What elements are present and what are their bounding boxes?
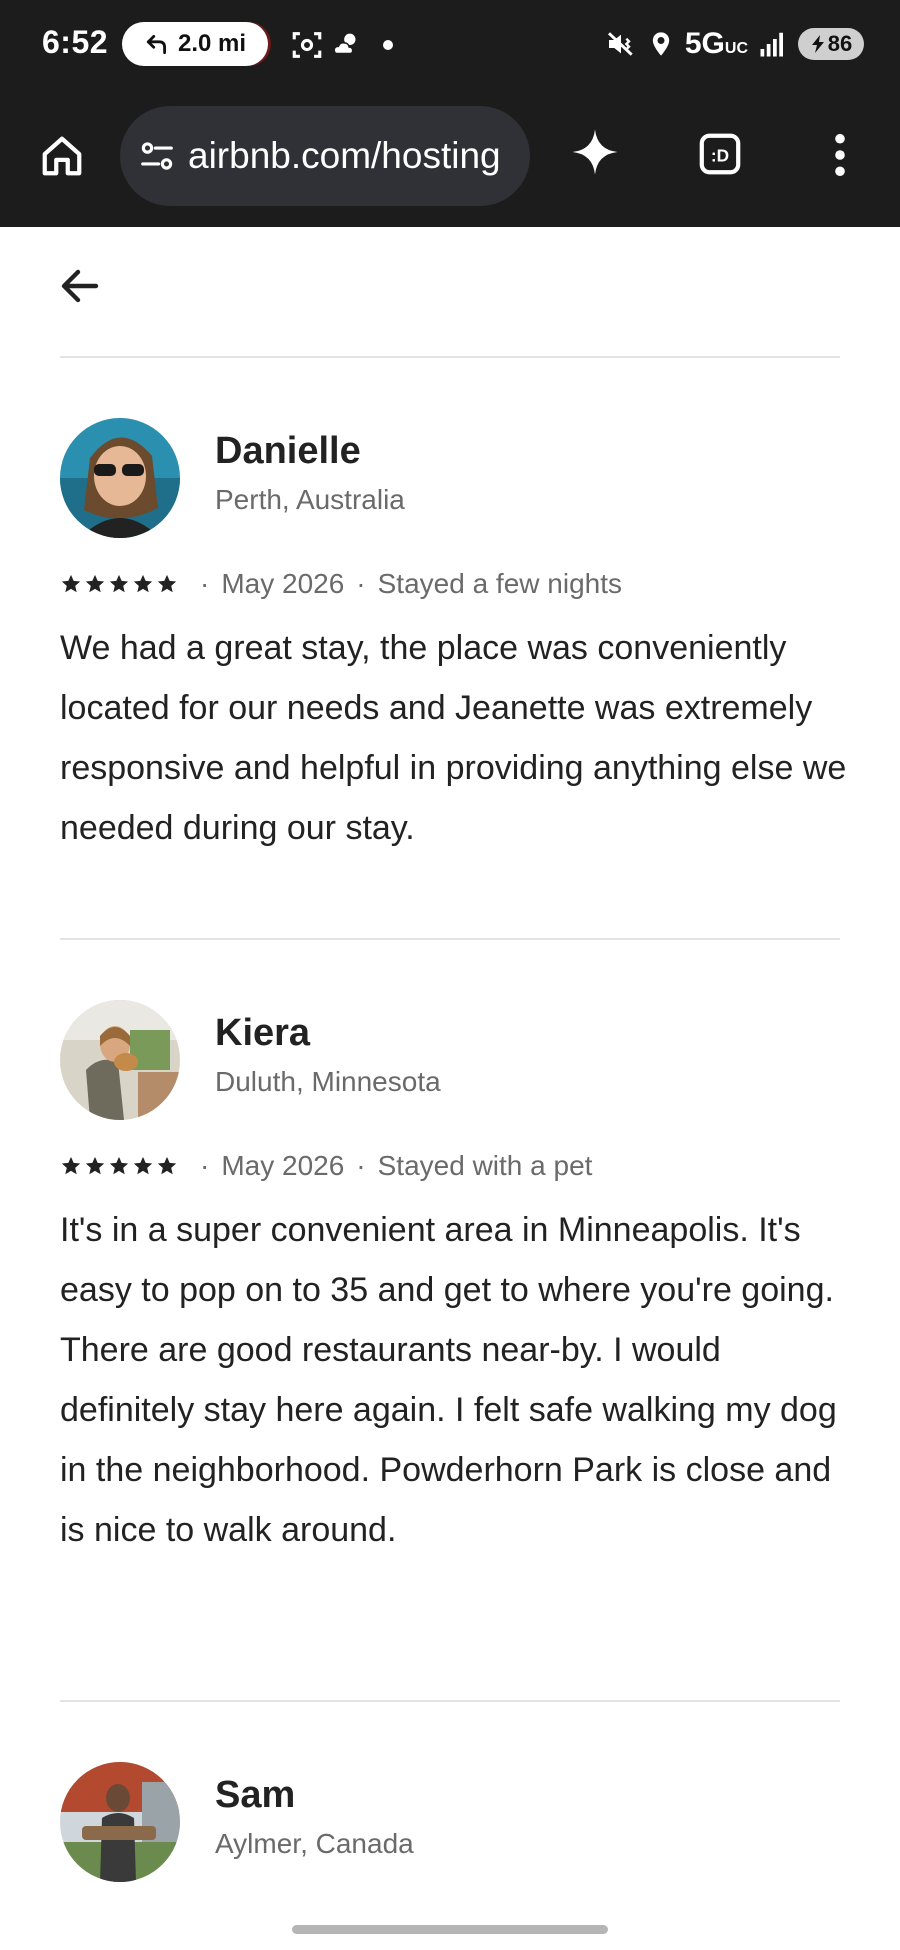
review-date: May 2026	[221, 1150, 345, 1181]
reviewer-name: Danielle	[215, 430, 361, 472]
review-meta: · May 2026 · Stayed with a pet	[60, 1150, 592, 1182]
meta-separator: ·	[356, 1150, 366, 1181]
reviewer-photo	[60, 418, 180, 538]
home-icon	[42, 136, 82, 176]
star-icon	[85, 574, 105, 593]
meta-separator: ·	[356, 568, 366, 599]
review-text: It's in a super convenient area in Minne…	[60, 1211, 837, 1549]
star-icon	[157, 574, 177, 593]
avatar[interactable]	[60, 418, 180, 538]
reviewer-name: Sam	[215, 1774, 296, 1816]
reviewer-name: Kiera	[215, 1012, 311, 1054]
reviewer-location: Duluth, Minnesota	[215, 1066, 441, 1097]
site-settings-icon[interactable]	[138, 137, 176, 175]
star-rating	[60, 573, 178, 595]
divider	[60, 356, 840, 358]
divider	[60, 938, 840, 940]
screenshot-icon	[292, 32, 322, 58]
stay-type: Stayed with a pet	[377, 1150, 593, 1181]
battery-indicator: 86	[798, 28, 864, 60]
mute-vibrate-icon	[607, 32, 633, 56]
star-icon	[109, 1156, 129, 1175]
divider	[60, 1700, 840, 1702]
location-icon	[652, 32, 670, 56]
review-meta: · May 2026 · Stayed a few nights	[60, 568, 622, 600]
sparkle-icon	[572, 129, 618, 175]
home-button[interactable]	[32, 126, 92, 186]
ai-assistant-button[interactable]	[565, 122, 625, 182]
reviewer-photo	[60, 1000, 180, 1120]
overflow-menu-button[interactable]	[820, 130, 860, 180]
charging-bolt-icon	[811, 35, 824, 53]
back-button[interactable]	[56, 262, 104, 310]
status-time: 6:52	[42, 24, 109, 60]
weather-icon	[333, 33, 356, 55]
notification-dot	[383, 40, 393, 50]
back-arrow-icon	[61, 269, 99, 303]
navigation-pill[interactable]: 2.0 mi	[122, 22, 268, 66]
browser-chrome: 6:52 2.0 mi 5GUC 86 airbnb.com/hosting:…	[0, 0, 900, 227]
system-indicators: 5GUC 86	[605, 22, 864, 66]
tab-switcher-button[interactable]: :D	[696, 130, 744, 178]
signal-icon	[760, 32, 783, 57]
meta-separator: ·	[200, 1150, 210, 1181]
star-icon	[133, 1156, 153, 1175]
tab-switcher-icon: :D	[699, 133, 741, 175]
review-date: May 2026	[221, 568, 345, 599]
turn-left-arrow-icon	[146, 35, 166, 55]
star-icon	[85, 1156, 105, 1175]
avatar[interactable]	[60, 1000, 180, 1120]
svg-text::D: :D	[711, 146, 729, 166]
review-text: We had a great stay, the place was conve…	[60, 629, 847, 847]
star-icon	[157, 1156, 177, 1175]
nav-distance: 2.0 mi	[177, 30, 247, 57]
more-vertical-icon	[835, 133, 845, 177]
star-icon	[109, 574, 129, 593]
star-icon	[61, 1156, 81, 1175]
reviewer-photo	[60, 1762, 180, 1882]
avatar[interactable]	[60, 1762, 180, 1882]
address-bar[interactable]: airbnb.com/hosting	[120, 106, 530, 206]
meta-separator: ·	[200, 568, 210, 599]
gesture-home-bar[interactable]	[292, 1925, 608, 1934]
battery-level: 86	[827, 31, 853, 56]
reviewer-location: Aylmer, Canada	[215, 1828, 414, 1859]
star-icon	[133, 574, 153, 593]
star-icon	[61, 574, 81, 593]
status-bar: 6:52 2.0 mi 5GUC 86	[0, 0, 900, 90]
star-rating	[60, 1155, 178, 1177]
network-type: 5GUC	[684, 27, 748, 60]
stay-type: Stayed a few nights	[377, 568, 622, 599]
url-text: airbnb.com/hosting	[188, 135, 501, 176]
reviewer-location: Perth, Australia	[215, 484, 405, 515]
